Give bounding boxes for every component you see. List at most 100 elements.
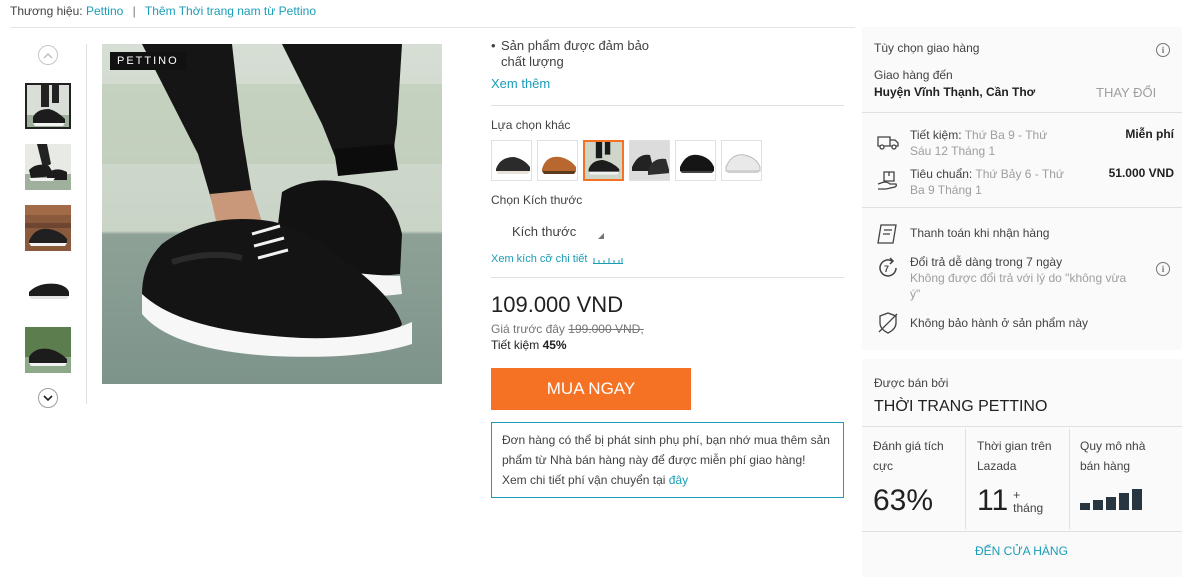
delivery-location: Huyện Vĩnh Thạnh, Cần Thơ xyxy=(874,85,1036,99)
economy-label: Tiết kiệm: xyxy=(910,128,962,142)
standard-price: 51.000 VND xyxy=(1108,166,1174,180)
size-bar xyxy=(1119,493,1129,510)
old-price-row: Giá trước đây 199.000 VND, xyxy=(491,322,844,336)
rating-label-1: Đánh giá tích xyxy=(873,439,944,453)
notice-line-3: Xem chi tiết phí vận chuyển tại đây xyxy=(502,470,833,490)
thumbnail-5[interactable] xyxy=(25,327,71,373)
saving-value: 45% xyxy=(542,338,567,352)
divider xyxy=(10,27,855,28)
no-warranty-icon xyxy=(876,311,900,335)
breadcrumb-separator: | xyxy=(132,4,136,18)
cash-on-delivery-icon xyxy=(876,222,900,246)
highlight-bullet: Sản phẩm được đảm bảo chất lượng xyxy=(491,38,844,70)
see-more-link[interactable]: Xem thêm xyxy=(491,76,844,91)
return-note-2: ý" xyxy=(910,287,921,301)
brand-prefix: Thương hiệu: xyxy=(10,4,83,18)
delivery-title: Tùy chọn giao hàng xyxy=(874,41,980,55)
deliver-to-label: Giao hàng đến xyxy=(874,68,953,82)
variant-6[interactable] xyxy=(721,140,762,181)
buy-now-button[interactable]: MUA NGAY xyxy=(491,368,691,410)
seller-size-label-1: Quy mô nhà xyxy=(1080,439,1146,453)
rating-label: Đánh giá tích cực xyxy=(862,429,965,476)
standard-dates-1: Thứ Bảy 6 - Thứ xyxy=(975,167,1064,181)
thumbnail-4[interactable] xyxy=(25,266,71,312)
economy-dates-2: Sáu 12 Tháng 1 xyxy=(910,144,996,158)
divider xyxy=(491,105,844,106)
chevron-up-icon[interactable] xyxy=(38,45,58,65)
options-label: Lựa chọn khác xyxy=(491,118,571,132)
saving-row: Tiết kiệm 45% xyxy=(491,338,844,352)
thumbnail-3[interactable] xyxy=(25,205,71,251)
old-price: 199.000 VND, xyxy=(568,322,644,336)
size-guide-link[interactable]: Xem kích cỡ chi tiết xyxy=(491,253,844,265)
notice-link[interactable]: đây xyxy=(669,473,688,487)
size-bar xyxy=(1106,497,1116,510)
thumbnail-2[interactable] xyxy=(25,144,71,190)
variant-list xyxy=(491,140,844,181)
seller-name[interactable]: THỜI TRANG PETTINO xyxy=(874,398,1047,416)
notice-line-3-text: Xem chi tiết phí vận chuyển tại xyxy=(502,473,666,487)
breadcrumb: Thương hiệu: Pettino | Thêm Thời trang n… xyxy=(10,4,316,18)
brand-link[interactable]: Pettino xyxy=(86,4,123,18)
time-value-row: 11 + tháng xyxy=(966,484,1069,518)
warranty-text: Không bảo hành ở sản phẩm này xyxy=(910,316,1089,330)
thumbnail-strip xyxy=(22,45,76,408)
more-from-brand-link[interactable]: Thêm Thời trang nam từ Pettino xyxy=(145,4,316,18)
standard-label: Tiêu chuẩn: xyxy=(910,167,973,181)
variant-1[interactable] xyxy=(491,140,532,181)
time-unit: tháng xyxy=(1013,501,1044,515)
product-details: Sản phẩm được đảm bảo chất lượng Xem thê… xyxy=(491,38,844,498)
return-policy: Đổi trả dễ dàng trong 7 ngày Không được … xyxy=(910,254,1126,302)
truck-icon xyxy=(876,130,900,154)
size-bar xyxy=(1093,500,1103,510)
rating-label-2: cực xyxy=(873,459,894,473)
change-location-button[interactable]: THAY ĐỔI xyxy=(1096,85,1156,100)
gallery-divider xyxy=(86,44,87,404)
cod-text: Thanh toán khi nhận hàng xyxy=(910,226,1050,240)
notice-line-1: Đơn hàng có thể bị phát sinh phụ phí, bạ… xyxy=(502,433,830,447)
size-guide-text: Xem kích cỡ chi tiết xyxy=(491,253,588,265)
variant-3-selected[interactable] xyxy=(583,140,624,181)
seller-time: Thời gian trên Lazada 11 + tháng xyxy=(966,429,1070,529)
size-label: Quy mô nhà bán hàng xyxy=(1070,429,1182,476)
divider xyxy=(491,277,844,278)
svg-text:7: 7 xyxy=(884,264,889,274)
ruler-icon xyxy=(593,254,624,264)
chevron-down-icon[interactable] xyxy=(38,388,58,408)
info-icon[interactable]: i xyxy=(1156,262,1170,276)
time-unit-group: + tháng xyxy=(1013,489,1043,518)
shipping-notice: Đơn hàng có thể bị phát sinh phụ phí, bạ… xyxy=(491,422,844,498)
divider xyxy=(862,531,1182,532)
variant-4[interactable] xyxy=(629,140,670,181)
seller-size: Quy mô nhà bán hàng xyxy=(1070,429,1182,529)
main-product-image[interactable]: PETTINO xyxy=(102,44,442,384)
info-icon[interactable]: i xyxy=(1156,43,1170,57)
seller-size-bars xyxy=(1070,488,1182,510)
standard-shipping: Tiêu chuẩn: Thứ Bảy 6 - Thứ Ba 9 Tháng 1 xyxy=(910,166,1064,198)
go-to-store-link[interactable]: ĐẾN CỬA HÀNG xyxy=(975,544,1068,558)
old-price-label: Giá trước đây xyxy=(491,322,565,336)
seller-rating: Đánh giá tích cực 63% xyxy=(862,429,966,529)
time-label: Thời gian trên Lazada xyxy=(966,429,1069,476)
seller-size-label-2: bán hàng xyxy=(1080,459,1131,473)
divider xyxy=(862,426,1182,427)
return-note-1: Không được đổi trả với lý do "không vừa xyxy=(910,271,1127,285)
variant-2[interactable] xyxy=(537,140,578,181)
size-select-value: Kích thước xyxy=(512,224,577,239)
highlight-text-1: Sản phẩm được đảm bảo xyxy=(501,38,650,53)
package-hand-icon xyxy=(876,169,900,193)
variant-5[interactable] xyxy=(675,140,716,181)
sold-by-label: Được bán bởi xyxy=(874,376,949,390)
thumbnail-1[interactable] xyxy=(25,83,71,129)
brand-logo: PETTINO xyxy=(110,52,186,70)
economy-dates-1: Thứ Ba 9 - Thứ xyxy=(964,128,1048,142)
current-price: 109.000 VND xyxy=(491,292,624,317)
size-select[interactable]: Kích thước xyxy=(512,224,606,239)
divider xyxy=(862,112,1182,113)
rating-value: 63% xyxy=(873,484,934,517)
economy-price: Miễn phí xyxy=(1125,127,1174,141)
return-icon: 7 xyxy=(876,256,900,280)
delivery-panel: Tùy chọn giao hàng i Giao hàng đến Huyện… xyxy=(862,27,1182,350)
dropdown-icon xyxy=(598,233,605,239)
seller-panel: Được bán bởi THỜI TRANG PETTINO Đánh giá… xyxy=(862,359,1182,577)
